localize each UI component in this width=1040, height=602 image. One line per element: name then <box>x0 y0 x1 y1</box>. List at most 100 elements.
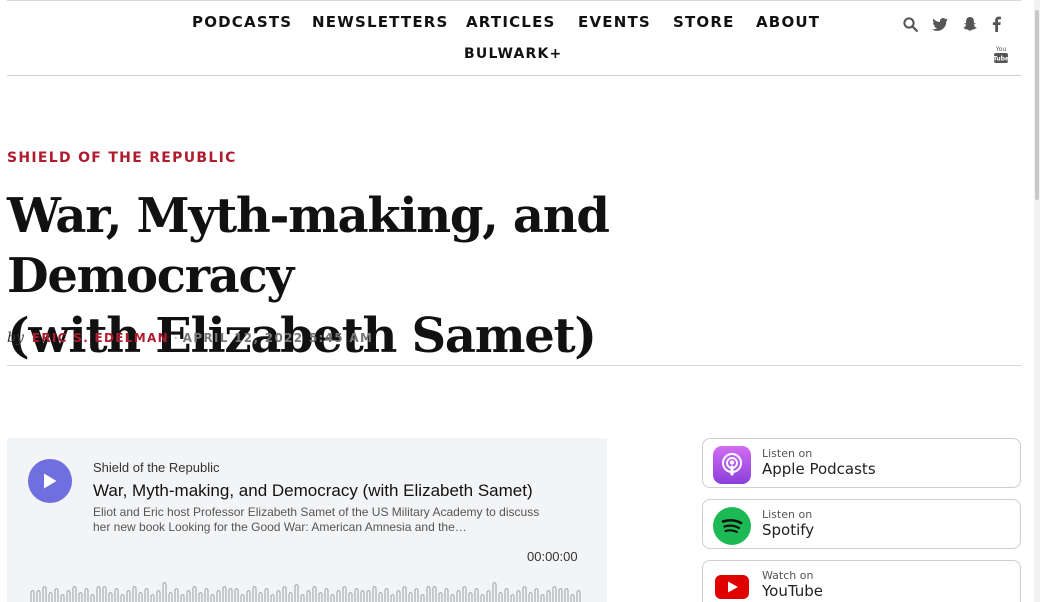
waveform-bar <box>516 590 521 602</box>
waveform-bar <box>570 594 575 602</box>
listen-apple-small: Listen on <box>762 447 813 460</box>
waveform-bar <box>174 588 179 602</box>
listen-youtube[interactable]: Watch on YouTube <box>702 560 1021 602</box>
waveform-bar <box>48 592 53 602</box>
waveform-bar <box>288 592 293 602</box>
waveform-bar <box>150 594 155 602</box>
listen-youtube-small: Watch on <box>762 569 814 582</box>
waveform-bar <box>114 588 119 602</box>
waveform-bar <box>474 588 479 602</box>
nav-about[interactable]: ABOUT <box>756 13 820 31</box>
waveform-bar <box>432 586 437 602</box>
nav-store[interactable]: STORE <box>673 13 735 31</box>
waveform-bar <box>552 586 557 602</box>
byline-prefix: by <box>7 330 24 346</box>
nav-newsletters[interactable]: NEWSLETTERS <box>312 13 449 31</box>
waveform-bar <box>234 588 239 602</box>
waveform-bar <box>162 582 167 602</box>
waveform-bar <box>240 594 245 602</box>
waveform-bar <box>156 590 161 602</box>
waveform-bar <box>186 590 191 602</box>
search-icon[interactable] <box>902 14 918 34</box>
waveform-bar <box>276 590 281 602</box>
waveform-bar <box>204 588 209 602</box>
byline-divider <box>7 365 1021 366</box>
waveform-bar <box>420 594 425 602</box>
waveform-bar <box>414 588 419 602</box>
waveform-bar <box>360 590 365 602</box>
waveform-bar <box>318 592 323 602</box>
waveform-bar <box>456 590 461 602</box>
nav-bulwark-plus[interactable]: BULWARK+ <box>464 46 562 62</box>
waveform-bar <box>84 588 89 602</box>
article-kicker[interactable]: SHIELD OF THE REPUBLIC <box>7 150 237 166</box>
waveform[interactable] <box>27 568 587 602</box>
title-line-1: War, Myth-making, and Democracy <box>7 188 610 304</box>
snapchat-icon[interactable] <box>961 14 979 34</box>
nav-events[interactable]: EVENTS <box>578 13 651 31</box>
waveform-bar <box>96 586 101 602</box>
waveform-bar <box>378 592 383 602</box>
waveform-bar <box>372 586 377 602</box>
youtube-icon[interactable]: You Tube <box>990 44 1012 64</box>
waveform-bar <box>228 588 233 602</box>
waveform-bar <box>54 588 59 602</box>
waveform-bar <box>222 586 227 602</box>
waveform-bar <box>300 594 305 602</box>
listen-youtube-label: YouTube <box>762 582 823 600</box>
player-time: 00:00:00 <box>527 549 578 564</box>
svg-text:Tube: Tube <box>993 56 1009 63</box>
waveform-bar <box>450 594 455 602</box>
author-link[interactable]: ERIC S. EDELMAN <box>32 331 169 345</box>
listen-apple-podcasts[interactable]: Listen on Apple Podcasts <box>702 438 1021 488</box>
waveform-bar <box>504 588 509 602</box>
scrollbar[interactable] <box>1034 0 1040 602</box>
apple-podcasts-icon <box>713 446 751 484</box>
play-button[interactable] <box>28 459 72 503</box>
waveform-bar <box>198 592 203 602</box>
main-nav: PODCASTS NEWSLETTERS ARTICLES EVENTS STO… <box>0 13 1040 35</box>
waveform-bar <box>462 586 467 602</box>
waveform-bar <box>336 590 341 602</box>
waveform-bar <box>246 590 251 602</box>
waveform-bar <box>138 592 143 602</box>
waveform-bar <box>468 592 473 602</box>
waveform-bar <box>402 586 407 602</box>
nav-articles[interactable]: ARTICLES <box>466 13 556 31</box>
nav-podcasts[interactable]: PODCASTS <box>192 13 292 31</box>
waveform-bar <box>72 586 77 602</box>
waveform-bar <box>36 590 41 602</box>
waveform-bar <box>252 586 257 602</box>
listen-apple-label: Apple Podcasts <box>762 460 876 478</box>
scrollbar-thumb[interactable] <box>1035 10 1039 200</box>
waveform-bar <box>306 590 311 602</box>
waveform-bar <box>282 586 287 602</box>
spotify-icon <box>713 507 751 545</box>
byline-separator: · <box>173 331 178 345</box>
top-border <box>7 0 1021 1</box>
waveform-bar <box>216 590 221 602</box>
play-icon <box>44 473 57 489</box>
twitter-icon[interactable] <box>931 14 949 34</box>
listen-spotify[interactable]: Listen on Spotify <box>702 499 1021 549</box>
waveform-bar <box>168 592 173 602</box>
waveform-bar <box>102 586 107 602</box>
podcast-player: Shield of the Republic War, Myth-making,… <box>7 438 607 602</box>
facebook-icon[interactable] <box>989 14 1003 34</box>
waveform-bar <box>348 592 353 602</box>
waveform-bar <box>426 586 431 602</box>
waveform-bar <box>528 592 533 602</box>
waveform-bar <box>522 586 527 602</box>
waveform-bar <box>384 588 389 602</box>
youtube-icon <box>713 568 751 602</box>
waveform-bar <box>30 590 35 602</box>
waveform-bar <box>60 594 65 602</box>
waveform-bar <box>258 592 263 602</box>
waveform-bar <box>324 588 329 602</box>
publish-date: APRIL 12, 2022 5:45 AM <box>182 331 374 345</box>
waveform-bar <box>396 590 401 602</box>
waveform-bar <box>486 590 491 602</box>
waveform-bar <box>90 594 95 602</box>
player-show-name: Shield of the Republic <box>93 460 220 475</box>
waveform-bar <box>510 594 515 602</box>
